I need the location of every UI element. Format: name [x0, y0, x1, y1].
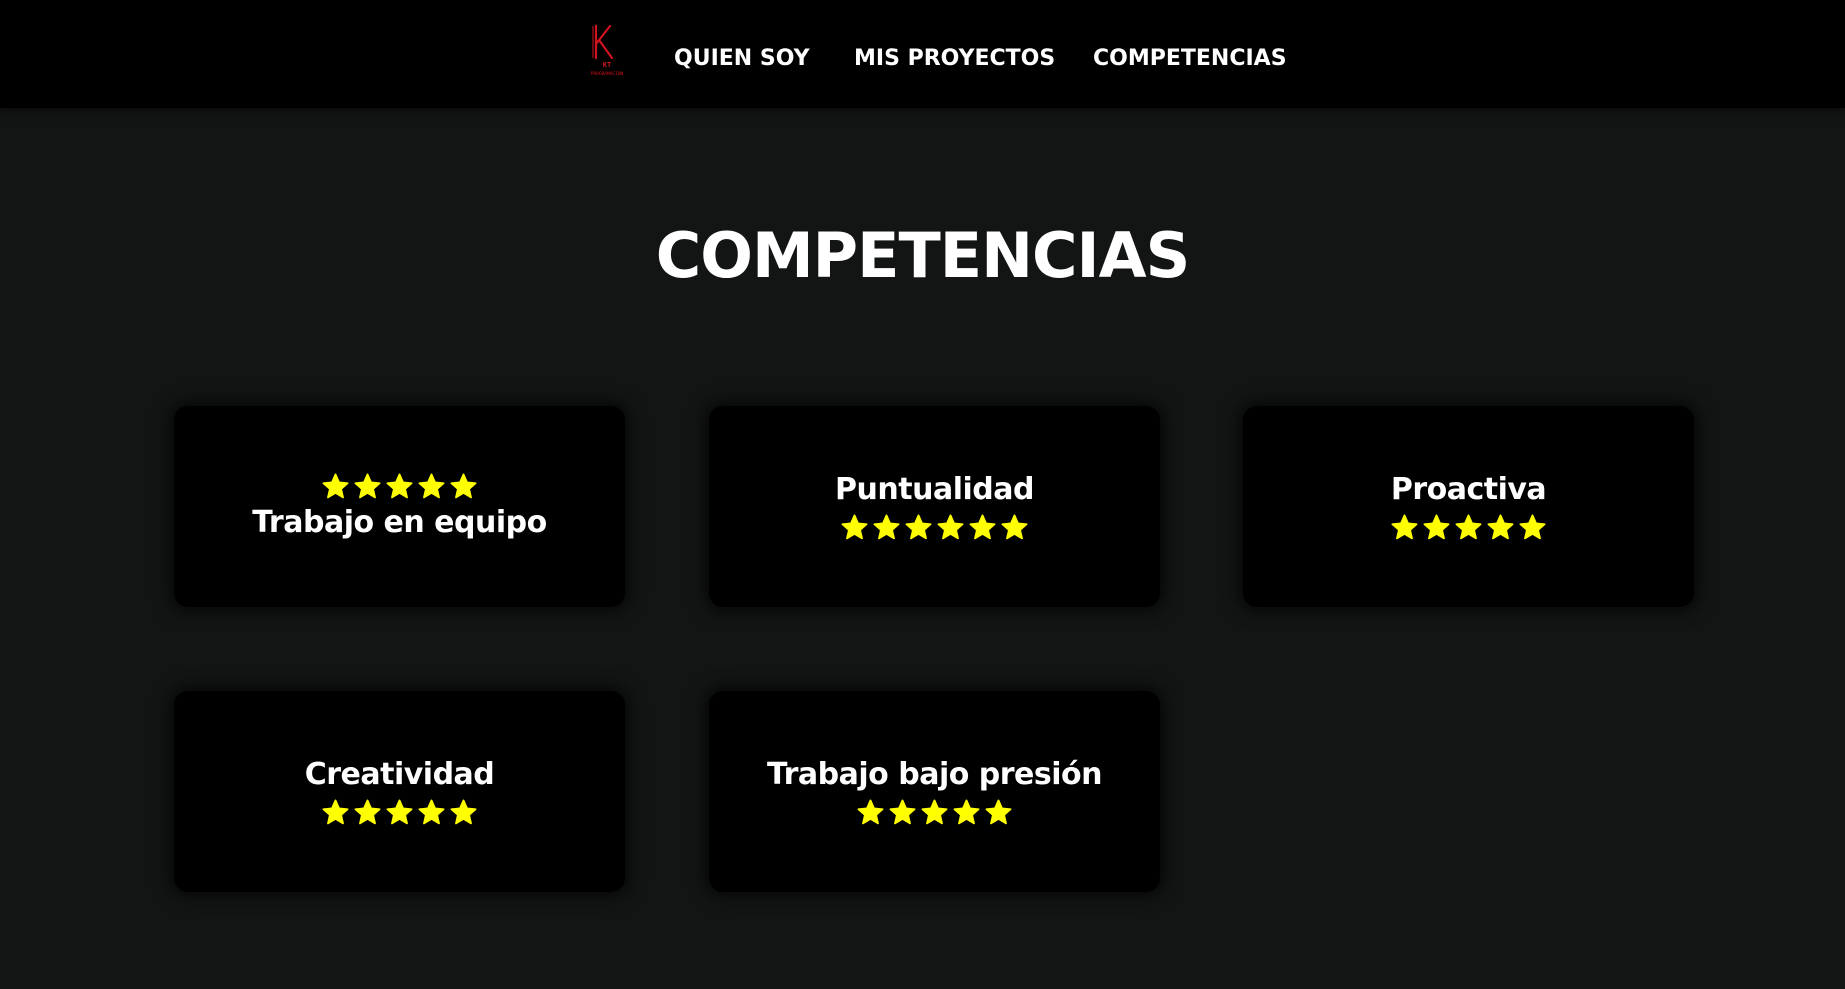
competencia-label: Trabajo bajo presión	[766, 756, 1103, 792]
competencia-card-trabajo-en-equipo: Trabajo en equipo	[174, 406, 625, 607]
navbar: KT PROGRAMACION QUIEN SOY MIS PROYECTOS …	[0, 0, 1845, 108]
star-icon	[841, 514, 868, 540]
star-icon	[1487, 514, 1514, 540]
kt-logo-icon[interactable]: KT PROGRAMACION	[582, 22, 632, 78]
star-icon	[1423, 514, 1450, 540]
section-title: COMPETENCIAS	[655, 219, 1190, 292]
star-icon	[418, 473, 445, 499]
star-icon	[322, 473, 349, 499]
competencia-label: Proactiva	[1390, 471, 1547, 507]
star-icon	[386, 799, 413, 825]
star-icon	[921, 799, 948, 825]
nav-link-quien-soy[interactable]: QUIEN SOY	[674, 46, 810, 71]
nav-link-mis-proyectos[interactable]: MIS PROYECTOS	[854, 46, 1055, 71]
star-rating	[321, 798, 478, 828]
star-icon	[1001, 514, 1028, 540]
star-rating	[321, 472, 478, 502]
star-rating	[1390, 513, 1547, 543]
star-icon	[905, 514, 932, 540]
competencia-card-trabajo-bajo-presion: Trabajo bajo presión	[709, 691, 1160, 892]
star-icon	[450, 799, 477, 825]
star-icon	[386, 473, 413, 499]
logo-subtext: PROGRAMACION	[591, 71, 624, 77]
star-icon	[937, 514, 964, 540]
star-icon	[873, 514, 900, 540]
star-icon	[1519, 514, 1546, 540]
competencia-card-proactiva: Proactiva	[1243, 406, 1694, 607]
star-icon	[354, 799, 381, 825]
logo-text: KT	[603, 61, 611, 69]
star-icon	[953, 799, 980, 825]
star-icon	[889, 799, 916, 825]
competencia-label: Trabajo en equipo	[252, 504, 547, 540]
star-icon	[1455, 514, 1482, 540]
competencia-label: Creatividad	[304, 756, 495, 792]
star-rating	[840, 513, 1029, 543]
competencia-card-puntualidad: Puntualidad	[709, 406, 1160, 607]
competencia-card-creatividad: Creatividad	[174, 691, 625, 892]
nav-link-competencias[interactable]: COMPETENCIAS	[1093, 46, 1287, 71]
star-icon	[857, 799, 884, 825]
star-icon	[354, 473, 381, 499]
star-icon	[450, 473, 477, 499]
star-icon	[1391, 514, 1418, 540]
star-icon	[985, 799, 1012, 825]
competencia-label: Puntualidad	[835, 471, 1034, 507]
star-icon	[969, 514, 996, 540]
star-icon	[322, 799, 349, 825]
star-icon	[418, 799, 445, 825]
star-rating	[856, 798, 1013, 828]
